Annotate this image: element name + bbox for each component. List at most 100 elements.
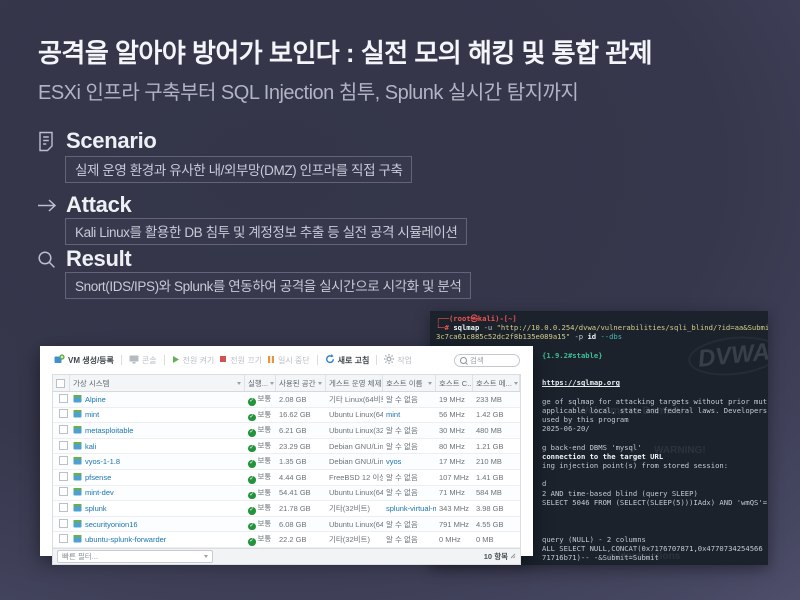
terminal-line: ┌──(root㉿kali)-[~] — [436, 314, 768, 323]
vm-status: ✓보통 — [245, 533, 276, 546]
vm-status: ✓보통 — [245, 502, 276, 515]
vm-status: ✓보통 — [245, 409, 276, 422]
vm-icon — [73, 487, 82, 498]
vm-host-mem: 3.98 GB — [473, 504, 520, 513]
vm-guest-os: FreeBSD 12 이상 ... — [326, 472, 383, 483]
vm-table-row[interactable]: pfsense✓보통4.44 GBFreeBSD 12 이상 ...알 수 없음… — [53, 470, 520, 486]
search-input[interactable]: 검색 — [454, 354, 520, 367]
toolbar-button-label: 전원 켜기 — [183, 355, 215, 366]
vm-table-row[interactable]: kali✓보통23.29 GBDebian GNU/Linux...알 수 없음… — [53, 439, 520, 455]
slide-subtitle: ESXi 인프라 구축부터 SQL Injection 침투, Splunk 실… — [38, 76, 578, 105]
row-checkbox[interactable] — [53, 441, 70, 452]
row-checkbox[interactable] — [53, 425, 70, 436]
vm-status: ✓보통 — [245, 393, 276, 406]
row-checkbox[interactable] — [53, 534, 70, 545]
row-checkbox[interactable] — [53, 409, 70, 420]
vm-guest-os: 기타 Linux(64비트) — [326, 394, 383, 405]
vm-host-cpu: 71 MHz — [436, 488, 473, 497]
status-ok-icon: ✓ — [248, 492, 256, 500]
column-header[interactable]: 사용된 공간 — [276, 375, 326, 391]
slide-title: 공격을 알아야 방어가 보인다 : 실전 모의 해킹 및 통합 관제 — [38, 33, 652, 70]
presentation-slide: 공격을 알아야 방어가 보인다 : 실전 모의 해킹 및 통합 관제 ESXi … — [0, 0, 800, 600]
vm-host-mem: 210 MB — [473, 457, 520, 466]
search-placeholder: 검색 — [470, 355, 484, 366]
row-checkbox[interactable] — [53, 487, 70, 498]
toolbar-button-refresh[interactable]: 새로 고침 — [325, 354, 370, 366]
vm-table-row[interactable]: mint✓보통16.62 GBUbuntu Linux(64비...mint56… — [53, 408, 520, 424]
chevron-down-icon — [428, 382, 432, 385]
vm-name-link[interactable]: metasploitable — [85, 426, 133, 435]
row-checkbox[interactable] — [53, 519, 70, 530]
vm-name-link[interactable]: splunk — [85, 504, 107, 513]
chevron-down-icon — [514, 382, 518, 385]
vm-icon — [73, 409, 82, 420]
vm-host-cpu: 80 MHz — [436, 442, 473, 451]
toolbar-button-power-on[interactable]: 전원 켜기 — [172, 355, 215, 366]
quick-filter-dropdown[interactable]: 빠른 필터... — [57, 550, 213, 563]
vm-used-space: 54.41 GB — [276, 488, 326, 497]
vm-name-link[interactable]: pfsense — [85, 473, 111, 482]
vm-table-row[interactable]: mint-dev✓보통54.41 GBUbuntu Linux(64비...알 … — [53, 486, 520, 502]
vm-name-link[interactable]: mint — [85, 410, 99, 419]
toolbar-button-console[interactable]: 콘솔 — [129, 355, 157, 366]
result-description: Snort(IDS/IPS)와 Splunk를 연동하여 공격을 실시간으로 시… — [65, 272, 471, 299]
row-checkbox[interactable] — [53, 503, 70, 514]
vm-name-link[interactable]: vyos-1-1.8 — [85, 457, 120, 466]
resize-handle-icon[interactable] — [510, 553, 516, 559]
column-header[interactable]: 게스트 운영 체제 — [326, 375, 383, 391]
vm-host-name: splunk-virtual-mac... — [383, 504, 436, 513]
power-off-icon — [219, 355, 227, 365]
vm-table-row[interactable]: Alpine✓보통2.08 GB기타 Linux(64비트)알 수 없음19 M… — [53, 392, 520, 408]
column-header[interactable]: 호스트 C... — [436, 375, 473, 391]
toolbar-button-suspend[interactable]: 일시 중단 — [267, 355, 310, 366]
row-checkbox[interactable] — [53, 472, 70, 483]
vm-name-link[interactable]: Alpine — [85, 395, 106, 404]
vm-table-row[interactable]: vyos-1-1.8✓보통1.35 GBDebian GNU/Linux...v… — [53, 454, 520, 470]
vm-name-link[interactable]: securityonion16 — [85, 520, 138, 529]
vm-icon — [73, 394, 82, 405]
host-name-link[interactable]: vyos — [386, 457, 401, 466]
section-heading-attack: Attack — [66, 192, 131, 218]
column-header[interactable]: 호스트 메... — [473, 375, 520, 391]
vm-used-space: 22.2 GB — [276, 535, 326, 544]
row-checkbox[interactable] — [53, 394, 70, 405]
row-checkbox[interactable] — [53, 456, 70, 467]
magnifier-icon — [37, 250, 56, 274]
host-name-link[interactable]: splunk-virtual-mac... — [386, 504, 436, 513]
toolbar-separator — [317, 355, 318, 365]
vm-used-space: 16.62 GB — [276, 410, 326, 419]
column-header[interactable]: 실행... — [245, 375, 276, 391]
vm-table-row[interactable]: ubuntu-splunk-forwarder✓보통22.2 GB기타(32비트… — [53, 532, 520, 548]
vm-table-row[interactable]: splunk✓보통21.78 GB기타(32비트)splunk-virtual-… — [53, 501, 520, 517]
vm-name-link[interactable]: mint-dev — [85, 488, 114, 497]
vm-table-row[interactable]: metasploitable✓보통6.21 GBUbuntu Linux(32비… — [53, 423, 520, 439]
vm-guest-os: Ubuntu Linux(32비... — [326, 425, 383, 436]
vm-used-space: 1.35 GB — [276, 457, 326, 466]
vm-host-mem: 584 MB — [473, 488, 520, 497]
arrow-right-icon — [37, 198, 57, 218]
select-all-checkbox[interactable] — [53, 375, 70, 391]
vm-used-space: 4.44 GB — [276, 473, 326, 482]
column-header[interactable]: 가상 시스템 — [70, 375, 245, 391]
column-header[interactable]: 호스트 이름 — [383, 375, 436, 391]
host-name-link[interactable]: mint — [386, 410, 400, 419]
vm-host-cpu: 17 MHz — [436, 457, 473, 466]
vm-guest-os: Ubuntu Linux(64비... — [326, 409, 383, 420]
toolbar-button-actions[interactable]: 작업 — [384, 354, 412, 366]
vm-host-name: mint — [383, 410, 436, 419]
vm-used-space: 6.08 GB — [276, 520, 326, 529]
toolbar-separator — [121, 355, 122, 365]
vm-host-name: vyos — [383, 457, 436, 466]
toolbar-separator — [164, 355, 165, 365]
toolbar-button-vm-create[interactable]: VM 생성/등록 — [54, 354, 114, 366]
vm-name-link[interactable]: kali — [85, 442, 96, 451]
section-heading-scenario: Scenario — [66, 128, 157, 154]
vm-guest-os: Debian GNU/Linux... — [326, 457, 383, 466]
search-icon — [460, 357, 467, 364]
vm-name-link[interactable]: ubuntu-splunk-forwarder — [85, 535, 166, 544]
status-ok-icon: ✓ — [248, 460, 256, 468]
toolbar-button-power-off[interactable]: 전원 끄기 — [219, 355, 262, 366]
vm-host-cpu: 0 MHz — [436, 535, 473, 544]
toolbar-button-label: 새로 고침 — [338, 355, 370, 366]
vm-table-row[interactable]: securityonion16✓보통6.08 GBUbuntu Linux(64… — [53, 517, 520, 533]
